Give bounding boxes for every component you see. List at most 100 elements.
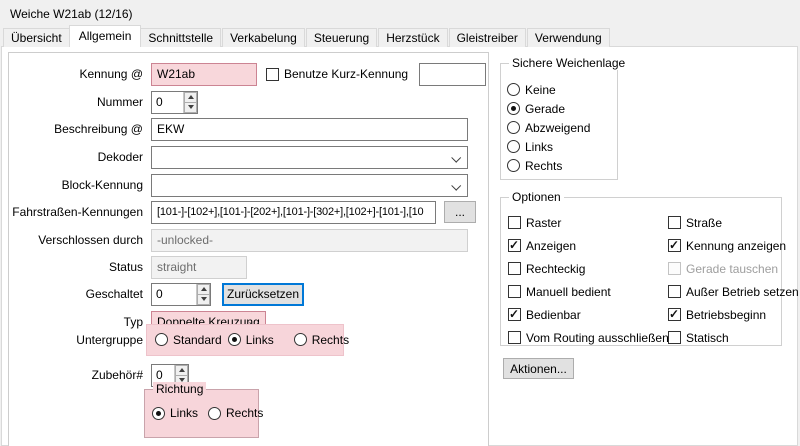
status-label: Status	[9, 260, 143, 274]
kennung-label: Kennung @	[9, 67, 143, 81]
checkbox-icon	[668, 262, 681, 275]
radio-label: Keine	[525, 83, 556, 97]
radio-icon	[507, 159, 520, 172]
beschreibung-input[interactable]	[151, 118, 468, 141]
tab-gleistreiber[interactable]: Gleistreiber	[449, 28, 526, 47]
checkbox-icon	[668, 239, 681, 252]
optionen-group-title: Optionen	[509, 190, 564, 204]
kurz-kennung-input[interactable]	[419, 63, 486, 86]
radio-icon	[507, 121, 520, 134]
checkbox-icon	[508, 285, 521, 298]
tab-verwendung[interactable]: Verwendung	[527, 28, 610, 47]
richtung-group-title: Richtung	[153, 382, 206, 396]
chevron-down-icon	[451, 152, 461, 162]
radio-label: Standard	[173, 333, 222, 347]
untergruppe-option-rechts[interactable]: Rechts	[294, 333, 349, 347]
beschreibung-label: Beschreibung @	[9, 122, 143, 136]
tab-bar: Übersicht Allgemein Schnittstelle Verkab…	[3, 27, 611, 47]
geschaltet-stepper	[151, 283, 211, 306]
up-arrow-icon	[188, 95, 194, 99]
weichenlage-option-rechts[interactable]: Rechts	[507, 156, 617, 175]
fahrstrassen-label: Fahrstraßen-Kennungen	[9, 205, 143, 219]
kurz-kennung-row: Benutze Kurz-Kennung	[266, 67, 408, 81]
checkbox-icon	[668, 216, 681, 229]
richtung-option-rechts[interactable]: Rechts	[208, 406, 263, 420]
fahrstrassen-input[interactable]	[151, 201, 436, 224]
radio-label: Abzweigend	[525, 121, 590, 135]
radio-icon	[507, 140, 520, 153]
chevron-down-icon	[451, 180, 461, 190]
checkbox-label: Gerade tauschen	[686, 262, 778, 276]
tab-page-allgemein: Kennung @ Benutze Kurz-Kennung Nummer Be…	[1, 46, 798, 446]
option-anzeigen[interactable]: Anzeigen	[508, 234, 669, 257]
weichenlage-option-keine[interactable]: Keine	[507, 80, 617, 99]
radio-icon	[294, 333, 307, 346]
up-arrow-icon	[201, 287, 207, 291]
radio-label: Rechts	[312, 333, 349, 347]
radio-icon	[507, 83, 520, 96]
option-kennung-anzeigen[interactable]: Kennung anzeigen	[668, 234, 799, 257]
checkbox-label: Bedienbar	[526, 308, 581, 322]
window-title: Weiche W21ab (12/16)	[10, 7, 133, 21]
dekoder-dropdown[interactable]	[151, 146, 468, 169]
tab-steuerung[interactable]: Steuerung	[306, 28, 377, 47]
richtung-option-links[interactable]: Links	[152, 406, 198, 420]
option-statisch[interactable]: Statisch	[668, 326, 799, 349]
nummer-down-button[interactable]	[184, 102, 197, 113]
option-strasse[interactable]: Straße	[668, 211, 799, 234]
tab-verkabelung[interactable]: Verkabelung	[222, 28, 305, 47]
checkbox-label: Rechteckig	[526, 262, 585, 276]
checkbox-label: Manuell bedient	[526, 285, 611, 299]
checkbox-icon	[508, 308, 521, 321]
option-ausser-betrieb-setzen[interactable]: Außer Betrieb setzen	[668, 280, 799, 303]
weichenlage-option-abzweigend[interactable]: Abzweigend	[507, 118, 617, 137]
tab-uebersicht[interactable]: Übersicht	[3, 28, 70, 47]
option-raster[interactable]: Raster	[508, 211, 669, 234]
checkbox-icon	[508, 331, 521, 344]
option-betriebsbeginn[interactable]: Betriebsbeginn	[668, 303, 799, 326]
nummer-input[interactable]	[152, 92, 183, 113]
radio-icon	[208, 407, 221, 420]
geschaltet-input[interactable]	[152, 284, 196, 305]
down-arrow-icon	[188, 105, 194, 109]
kurz-kennung-checkbox[interactable]	[266, 68, 279, 81]
checkbox-icon	[508, 216, 521, 229]
checkbox-label: Außer Betrieb setzen	[686, 285, 799, 299]
aktionen-button[interactable]: Aktionen...	[503, 358, 574, 379]
block-kennung-label: Block-Kennung	[9, 178, 143, 192]
zubehoer-label: Zubehör#	[9, 368, 143, 382]
kennung-input[interactable]	[151, 63, 257, 86]
tab-allgemein[interactable]: Allgemein	[69, 25, 142, 47]
block-kennung-dropdown[interactable]	[151, 174, 468, 197]
checkbox-label: Kennung anzeigen	[686, 239, 786, 253]
weichenlage-option-gerade[interactable]: Gerade	[507, 99, 617, 118]
checkbox-icon	[668, 331, 681, 344]
option-manuell-bedient[interactable]: Manuell bedient	[508, 280, 669, 303]
zuruecksetzen-button[interactable]: Zurücksetzen	[222, 283, 304, 306]
tab-herzstueck[interactable]: Herzstück	[378, 28, 447, 47]
option-rechteckig[interactable]: Rechteckig	[508, 257, 669, 280]
option-gerade-tauschen: Gerade tauschen	[668, 257, 799, 280]
checkbox-label: Straße	[686, 216, 722, 230]
option-bedienbar[interactable]: Bedienbar	[508, 303, 669, 326]
checkbox-label: Raster	[526, 216, 561, 230]
option-vom-routing-ausschliessen[interactable]: Vom Routing ausschließen	[508, 326, 669, 349]
down-arrow-icon	[201, 297, 207, 301]
untergruppe-option-standard[interactable]: Standard	[155, 333, 222, 347]
up-arrow-icon	[179, 368, 185, 372]
fahrstrassen-browse-button[interactable]: ...	[444, 201, 476, 223]
untergruppe-label: Untergruppe	[9, 333, 143, 347]
radio-icon	[155, 333, 168, 346]
geschaltet-down-button[interactable]	[197, 294, 210, 305]
untergruppe-option-links[interactable]: Links	[228, 333, 274, 347]
dekoder-label: Dekoder	[9, 150, 143, 164]
radio-label: Rechts	[226, 406, 263, 420]
checkbox-icon	[668, 285, 681, 298]
sichere-weichenlage-title: Sichere Weichenlage	[509, 56, 628, 70]
checkbox-label: Statisch	[686, 331, 729, 345]
nummer-stepper	[151, 91, 198, 114]
radio-icon	[228, 333, 241, 346]
weichenlage-option-links[interactable]: Links	[507, 137, 617, 156]
tab-schnittstelle[interactable]: Schnittstelle	[140, 28, 221, 47]
checkbox-icon	[668, 308, 681, 321]
